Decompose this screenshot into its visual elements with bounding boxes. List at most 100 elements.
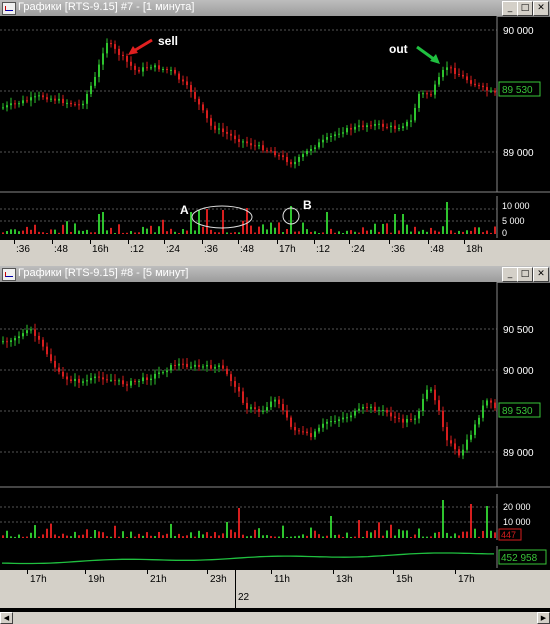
volume-bar [66,535,68,538]
time-axis[interactable]: 22 17h 19h 21h 23h 11h 13h 15h 17h [0,570,550,608]
volume-bar [430,227,432,234]
candle-body [174,365,176,367]
candle-body [302,431,304,433]
volume-bar [442,500,444,538]
volume-bar [394,214,396,234]
candle-body [486,400,488,406]
candle-body [254,145,256,147]
candle-body [302,154,304,158]
time-label: :48 [240,244,254,255]
volume-bar [318,232,320,234]
window-titlebar[interactable]: Графики [RTS-9.15] #7 - [1 минута] _ □ ✕ [0,0,550,17]
time-axis[interactable]: :36:48 16h:12:24:36:48 17h:12:24:36:48 18h [0,240,550,262]
time-tick [128,240,129,244]
volume-bar [454,533,456,538]
close-button[interactable]: ✕ [533,1,549,16]
volume-bar [298,535,300,538]
volume-panel[interactable]: 20 000 10 000 447 [0,494,550,542]
maximize-button[interactable]: □ [517,267,533,282]
close-button[interactable]: ✕ [533,267,549,282]
volume-bar [250,225,252,234]
candle-body [202,104,204,111]
candle-body [6,105,8,108]
volume-bar [10,536,12,538]
volume-bar [38,231,40,234]
volume-bar [358,232,360,234]
candle-body [422,93,424,95]
candle-body [210,365,212,369]
volume-bar [294,536,296,538]
volume-bar [54,534,56,538]
volume-bar [422,229,424,234]
arrow-right-icon[interactable]: ▶ [537,612,550,624]
candle-body [150,67,152,69]
volume-label: 20 000 [503,502,531,512]
volume-bar [246,208,248,234]
candle-body [454,68,456,74]
candle-body [350,415,352,418]
volume-bar [414,534,416,538]
volume-bar [174,536,176,538]
indicator-panel[interactable]: 452 958 [0,546,550,570]
volume-bar [274,227,276,234]
minimize-button[interactable]: _ [502,1,518,16]
volume-bar [342,536,344,538]
candle-body [270,401,272,408]
volume-bar [334,232,336,234]
candle-body [418,411,420,419]
horizontal-scrollbar[interactable]: ◀ ▶ [0,612,550,624]
volume-panel[interactable]: 10 000 5 000 0 A B [0,196,550,240]
candle-body [278,399,280,405]
volume-bar [186,535,188,538]
volume-bar [242,220,244,234]
volume-bar [178,533,180,538]
volume-bar [106,536,108,538]
candle-body [446,67,448,70]
volume-bar [146,532,148,538]
volume-bar [418,528,420,538]
time-tick [85,570,86,574]
svg-text:452 958: 452 958 [501,553,538,564]
candle-body [158,372,160,374]
volume-bar [170,523,172,538]
candle-body [398,128,400,130]
candle-body [10,103,12,106]
volume-bar [222,533,224,538]
volume-bar [330,516,332,538]
volume-bar [30,229,32,234]
candle-body [30,97,32,101]
candle-body [426,389,428,399]
maximize-button[interactable]: □ [517,1,533,16]
volume-bar [362,227,364,234]
volume-bar [250,535,252,538]
volume-bar [446,532,448,538]
price-panel[interactable]: 90 000 89 000 89 530 sell out [0,16,550,196]
volume-bar [378,231,380,234]
volume-bar [278,536,280,538]
candle-body [362,406,364,409]
candle-body [290,417,292,427]
candle-body [190,366,192,368]
candle-body [390,125,392,128]
candle-body [338,419,340,422]
candle-body [6,341,8,343]
window-titlebar[interactable]: Графики [RTS-9.15] #8 - [5 минут] _ □ ✕ [0,266,550,283]
volume-bar [354,231,356,234]
price-panel[interactable]: 90 500 90 000 89 530 89 000 [0,282,550,490]
volume-bar [466,230,468,234]
time-tick [333,570,334,574]
volume-bar [130,531,132,538]
volume-bar [442,226,444,234]
volume-bar [390,232,392,234]
candle-body [206,365,208,367]
candle-body [234,135,236,140]
candle-body [326,137,328,140]
arrow-left-icon[interactable]: ◀ [0,612,13,624]
volume-bar [2,535,4,538]
candle-body [286,157,288,163]
minimize-button[interactable]: _ [502,267,518,282]
volume-bar [14,536,16,538]
time-tick [207,570,208,574]
candle-body [374,123,376,126]
candle-body [354,410,356,416]
